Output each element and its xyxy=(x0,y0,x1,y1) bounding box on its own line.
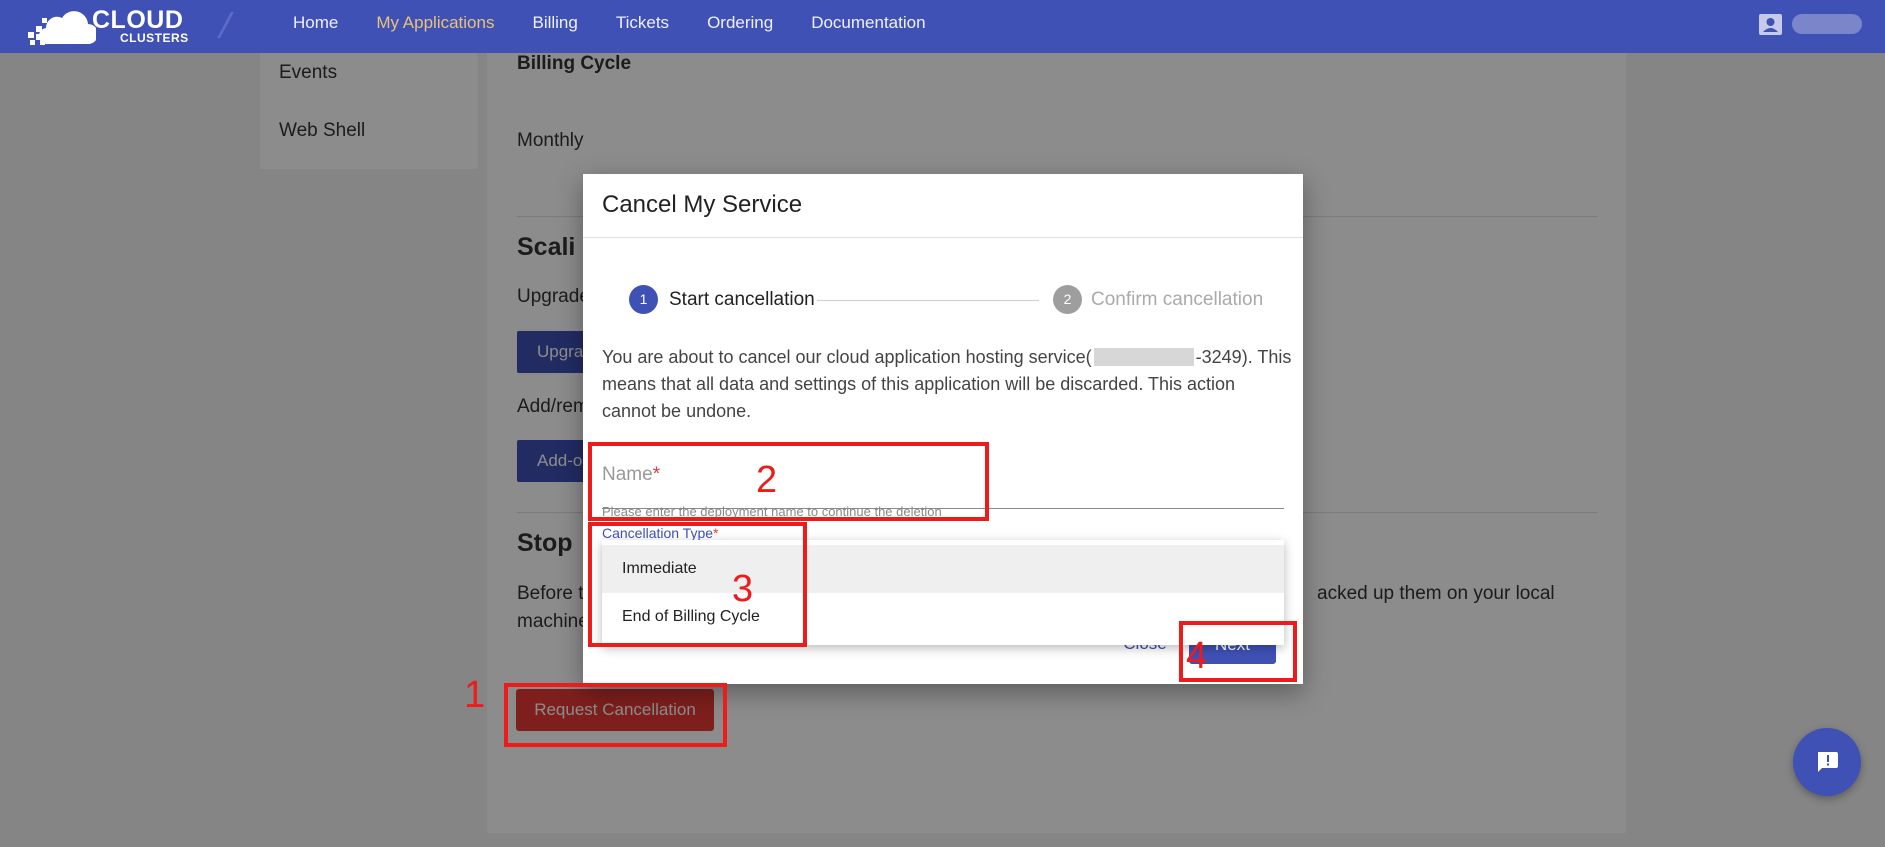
step-2-label: Confirm cancellation xyxy=(1091,289,1264,310)
dialog-title: Cancel My Service xyxy=(602,191,803,218)
nav-ordering[interactable]: Ordering xyxy=(688,0,792,53)
annotation-box-2 xyxy=(588,442,989,521)
chat-icon xyxy=(1818,752,1838,772)
cancellation-warning-message: You are about to cancel our cloud applic… xyxy=(602,344,1292,425)
dialog-header-divider xyxy=(583,237,1303,238)
nav-my-applications[interactable]: My Applications xyxy=(357,0,513,53)
annotation-number-3: 3 xyxy=(732,568,754,610)
nav-home[interactable]: Home xyxy=(274,0,357,53)
nav-tickets[interactable]: Tickets xyxy=(597,0,688,53)
annotation-number-2: 2 xyxy=(756,459,778,501)
nav-divider xyxy=(217,12,234,38)
step-1-indicator: 1 xyxy=(629,285,658,314)
annotation-box-1 xyxy=(504,683,727,747)
redacted-username[interactable] xyxy=(1792,14,1862,34)
cloud-logo-icon xyxy=(28,11,96,45)
top-nav-bar: CLOUD CLUSTERS Home My Applications Bill… xyxy=(0,0,1885,53)
cloud-clusters-logo[interactable]: CLOUD CLUSTERS xyxy=(26,4,196,48)
step-1-label: Start cancellation xyxy=(669,289,815,310)
redacted-service-id xyxy=(1093,348,1194,366)
logo-subtext: CLUSTERS xyxy=(120,31,189,45)
live-chat-button[interactable] xyxy=(1793,728,1861,796)
step-2-indicator: 2 xyxy=(1053,285,1082,314)
annotation-number-4: 4 xyxy=(1186,635,1208,677)
message-intro: You are about to cancel our cloud applic… xyxy=(602,347,1092,367)
nav-documentation[interactable]: Documentation xyxy=(792,0,944,53)
annotation-number-1: 1 xyxy=(464,674,486,716)
annotation-box-3 xyxy=(588,522,807,647)
main-nav: Home My Applications Billing Tickets Ord… xyxy=(274,0,945,53)
stepper-connector xyxy=(817,300,1039,301)
account-icon[interactable] xyxy=(1759,14,1782,35)
nav-billing[interactable]: Billing xyxy=(513,0,596,53)
message-service-id-suffix: -3249). xyxy=(1195,347,1253,367)
